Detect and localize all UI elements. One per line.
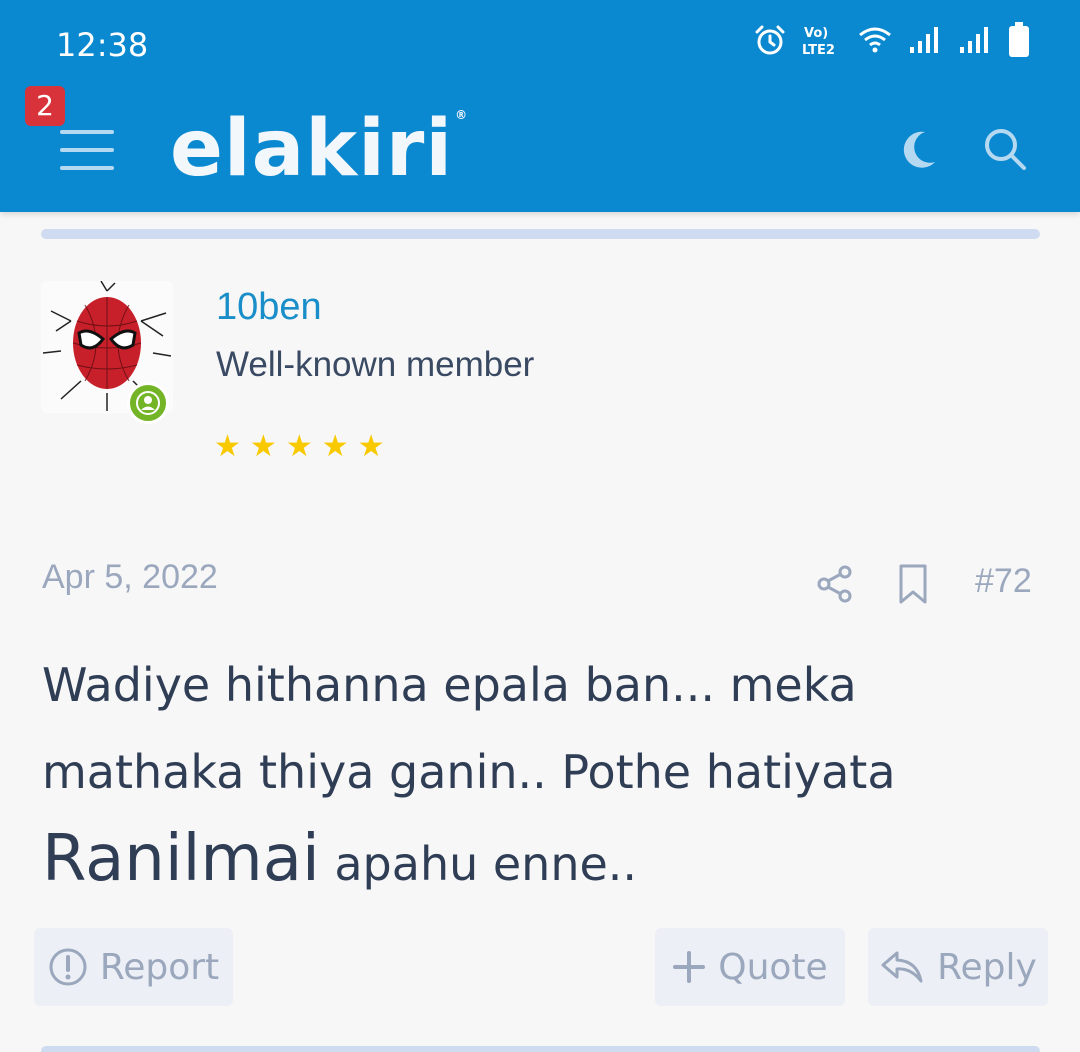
theme-toggle-button[interactable] bbox=[895, 124, 945, 174]
share-icon bbox=[817, 565, 852, 603]
quote-label: Quote bbox=[718, 946, 828, 988]
search-icon bbox=[985, 129, 1026, 170]
volte-icon: Vo) LTE2 bbox=[802, 26, 835, 57]
post-author-username[interactable]: 10ben bbox=[216, 286, 322, 329]
alarm-icon bbox=[755, 25, 785, 55]
exclamation-circle-icon bbox=[49, 948, 87, 986]
site-logo[interactable]: elakiri ® bbox=[170, 104, 469, 194]
online-status-indicator bbox=[127, 382, 169, 424]
post-number-link[interactable]: #72 bbox=[975, 562, 1032, 601]
reply-icon bbox=[881, 951, 923, 983]
post-text: Wadiye hithanna epala ban... meka mathak… bbox=[42, 658, 896, 799]
menu-icon bbox=[60, 130, 114, 170]
svg-text:Vo): Vo) bbox=[804, 26, 828, 41]
post-divider bbox=[41, 1046, 1040, 1052]
bookmark-icon bbox=[899, 564, 927, 604]
post-body: Wadiye hithanna epala ban... meka mathak… bbox=[42, 642, 1042, 908]
report-label: Report bbox=[99, 946, 220, 988]
post-text: apahu enne.. bbox=[319, 837, 638, 891]
user-icon bbox=[136, 391, 160, 415]
post-divider bbox=[41, 229, 1040, 239]
reply-label: Reply bbox=[937, 946, 1037, 988]
star-icon: ★ bbox=[214, 430, 241, 463]
search-button[interactable] bbox=[980, 124, 1030, 174]
post-author-title: Well-known member bbox=[216, 345, 535, 384]
bookmark-button[interactable] bbox=[893, 562, 933, 606]
share-button[interactable] bbox=[815, 564, 855, 604]
post-text-emphasis: Ranilmai bbox=[42, 822, 320, 896]
plus-icon bbox=[673, 951, 706, 983]
signal-icon bbox=[910, 27, 938, 53]
status-time: 12:38 bbox=[56, 26, 149, 64]
report-button[interactable]: Report bbox=[34, 928, 233, 1006]
battery-icon bbox=[1009, 22, 1029, 57]
star-icon: ★ bbox=[321, 430, 349, 463]
app-header: 12:38 Vo) LTE2 2 elakiri ® bbox=[0, 0, 1080, 212]
reply-button[interactable]: Reply bbox=[868, 928, 1048, 1006]
post-date[interactable]: Apr 5, 2022 bbox=[42, 558, 218, 597]
menu-button[interactable] bbox=[58, 124, 118, 176]
status-icons: Vo) LTE2 bbox=[754, 22, 1030, 58]
signal-icon bbox=[960, 27, 988, 53]
notification-badge[interactable]: 2 bbox=[25, 86, 65, 126]
logo-registered-mark: ® bbox=[455, 108, 469, 122]
star-icon: ★ bbox=[285, 430, 313, 463]
wifi-icon bbox=[859, 27, 891, 53]
star-icon: ★ bbox=[357, 430, 385, 463]
star-icon: ★ bbox=[249, 430, 277, 463]
member-rating-stars: ★ ★ ★ ★ ★ bbox=[214, 432, 385, 462]
moon-icon bbox=[903, 131, 935, 168]
logo-text: elakiri bbox=[170, 104, 454, 194]
svg-text:LTE2: LTE2 bbox=[802, 43, 835, 57]
quote-button[interactable]: Quote bbox=[655, 928, 845, 1006]
